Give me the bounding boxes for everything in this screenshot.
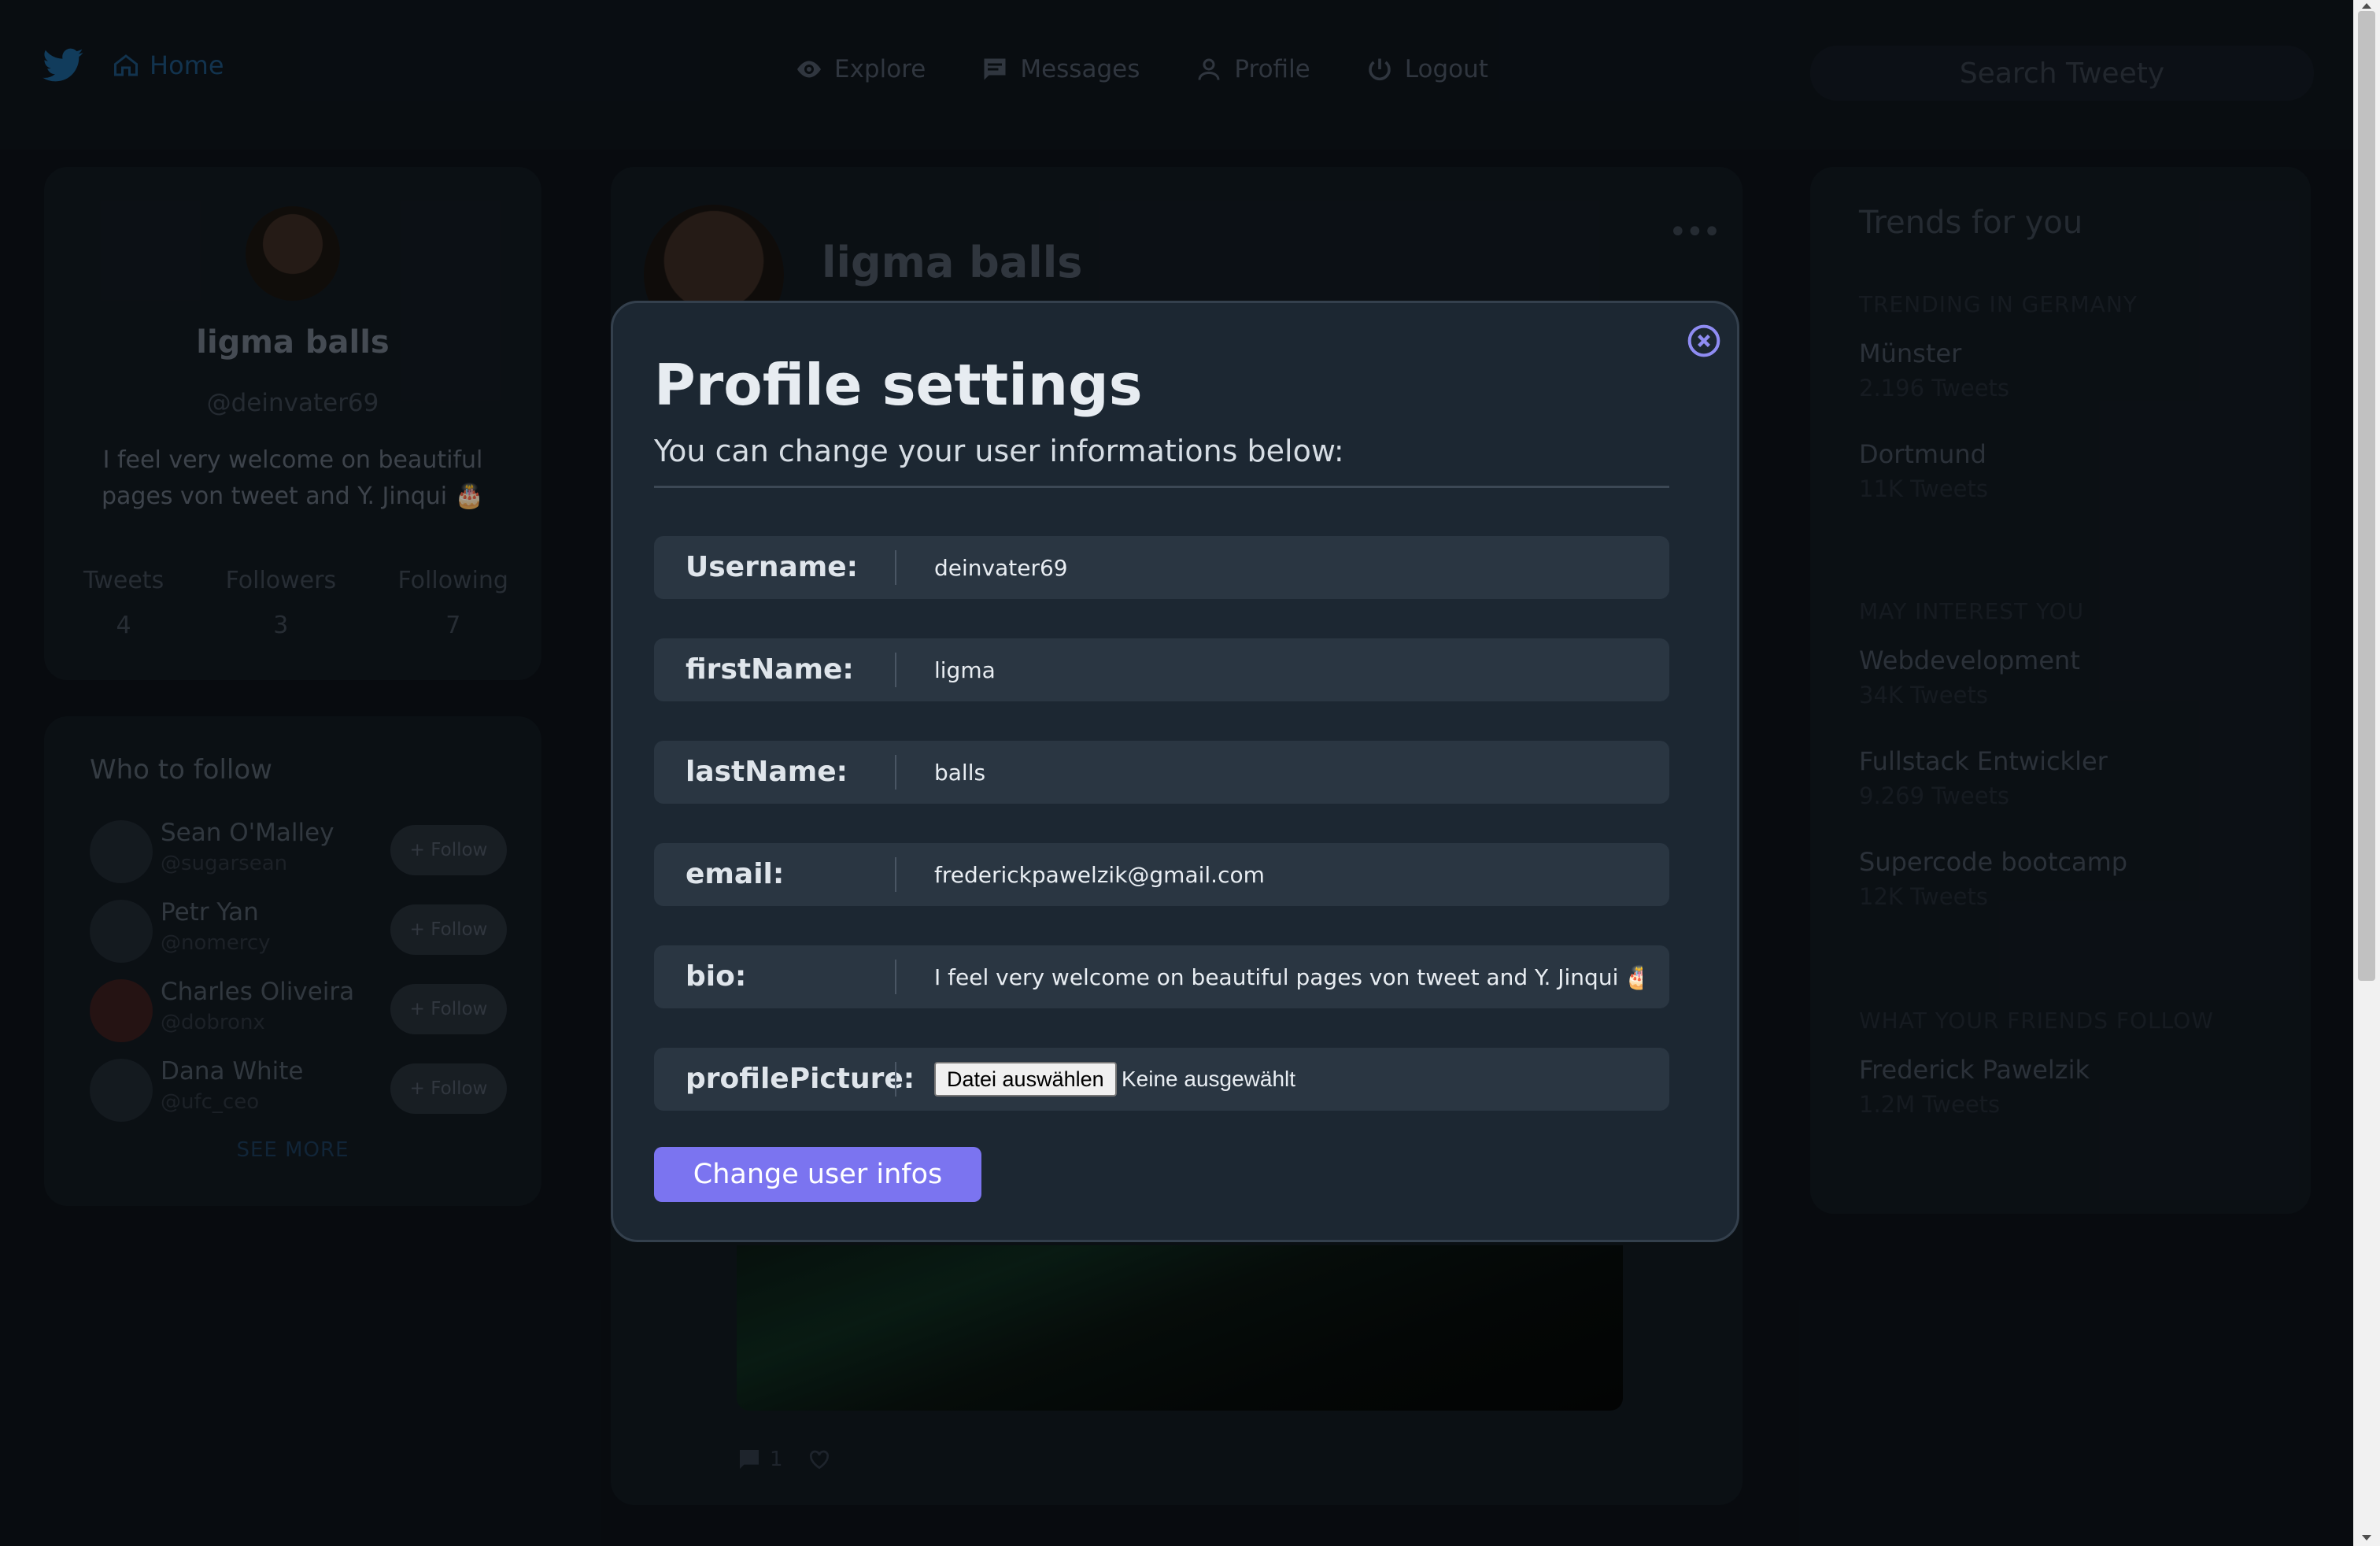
lastname-row: lastName: bbox=[654, 741, 1669, 804]
scrollbar-thumb[interactable] bbox=[2358, 11, 2375, 981]
firstname-row: firstName: bbox=[654, 638, 1669, 701]
divider bbox=[895, 857, 896, 892]
field-label: Username: bbox=[686, 551, 859, 583]
file-status: Keine ausgewählt bbox=[1122, 1067, 1296, 1091]
field-label: lastName: bbox=[686, 756, 848, 788]
change-user-infos-button[interactable]: Change user infos bbox=[654, 1147, 981, 1202]
lastname-field[interactable] bbox=[934, 750, 1643, 794]
divider bbox=[895, 550, 896, 585]
divider bbox=[654, 486, 1669, 488]
profile-picture-row: profilePicture: Datei auswählen Keine au… bbox=[654, 1048, 1669, 1111]
divider bbox=[895, 960, 896, 994]
scrollbar[interactable] bbox=[2353, 0, 2380, 1546]
divider bbox=[895, 653, 896, 687]
modal-subtitle: You can change your user informations be… bbox=[654, 434, 1344, 468]
page: Home Explore Messages Profile Logout Sea… bbox=[0, 0, 2353, 1546]
field-label: bio: bbox=[686, 960, 747, 993]
scroll-up-icon[interactable] bbox=[2362, 3, 2371, 9]
choose-file-button[interactable]: Datei auswählen bbox=[934, 1062, 1117, 1097]
scroll-down-icon[interactable] bbox=[2362, 1535, 2371, 1540]
bio-field[interactable] bbox=[934, 955, 1643, 999]
modal-title: Profile settings bbox=[654, 352, 1143, 418]
bio-row: bio: bbox=[654, 945, 1669, 1008]
profile-settings-modal: Profile settings You can change your use… bbox=[611, 301, 1739, 1242]
field-label: profilePicture: bbox=[686, 1063, 915, 1095]
close-icon[interactable] bbox=[1687, 324, 1721, 358]
divider bbox=[895, 1062, 896, 1097]
field-label: firstName: bbox=[686, 653, 854, 686]
email-row: email: bbox=[654, 843, 1669, 906]
field-label: email: bbox=[686, 858, 785, 890]
email-field[interactable] bbox=[934, 853, 1643, 897]
firstname-field[interactable] bbox=[934, 648, 1643, 692]
username-row: Username: bbox=[654, 536, 1669, 599]
username-field[interactable] bbox=[934, 546, 1643, 590]
divider bbox=[895, 755, 896, 790]
